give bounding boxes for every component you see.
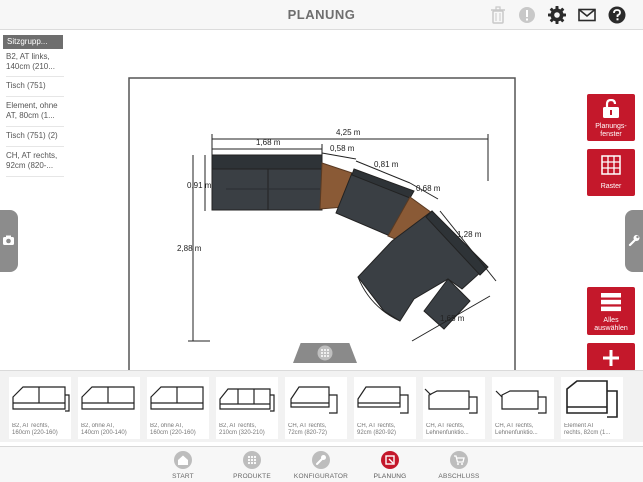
camera-icon <box>3 235 14 245</box>
product-tile[interactable]: CH, AT rechts, Lehnenfunktio... <box>423 377 485 439</box>
room-outline <box>128 77 516 371</box>
product-tile[interactable]: B2, AT rechts, 210cm (320-210) <box>216 377 278 439</box>
dim-label-middle: 0,81 m <box>374 160 399 169</box>
product-tile[interactable]: CH, AT rechts, 92cm (820-92) <box>354 377 416 439</box>
list-divider <box>6 126 64 127</box>
dim-label-table-1: 0,58 m <box>330 144 355 153</box>
sofa-thumbnail-icon <box>81 386 135 410</box>
product-tile[interactable]: CH, AT rechts, Lehnenfunktio... <box>492 377 554 439</box>
strip-drag-handle[interactable] <box>293 343 357 363</box>
chair-thumbnail-icon <box>290 386 338 414</box>
list-item[interactable]: Tisch (751) (2) <box>6 131 64 141</box>
grid-icon <box>601 155 621 175</box>
mail-icon[interactable] <box>577 5 597 25</box>
product-tile[interactable]: CH, AT rechts, 72cm (820-72) <box>285 377 347 439</box>
list-divider <box>6 76 64 77</box>
product-tile[interactable]: B2, ohne AT, 140cm (200-140) <box>78 377 140 439</box>
header-bar: PLANUNG <box>0 0 643 30</box>
list-item[interactable]: B2, AT links, 140cm (210... <box>6 52 64 72</box>
recliner-thumbnail-icon <box>495 390 547 414</box>
select-all-button[interactable]: Alles auswählen <box>587 287 635 335</box>
list-divider <box>6 146 64 147</box>
sofa-left-section[interactable] <box>211 154 323 211</box>
gear-icon[interactable] <box>547 5 567 25</box>
dim-label-total-width: 4,25 m <box>336 128 361 137</box>
tab-planning[interactable]: PLANUNG <box>355 451 425 481</box>
trash-icon[interactable] <box>488 5 508 25</box>
bottom-tab-bar: START PRODUKTE KONFIGURATOR PLANUNG ABSC… <box>0 446 643 482</box>
help-icon[interactable] <box>607 5 627 25</box>
list-item[interactable]: Element, ohne AT, 80cm (1... <box>6 101 64 121</box>
tab-checkout[interactable]: ABSCHLUSS <box>424 451 494 481</box>
app-window: PLANUNG 4,25 m 1,68 m 0,58 m 0,81 m 0,68… <box>0 0 643 482</box>
products-icon <box>243 451 261 469</box>
list-item[interactable]: Tisch (751) <box>6 81 64 91</box>
dim-label-chaise-length: 1,65 m <box>440 314 465 323</box>
list-item[interactable]: CH, AT rechts, 92cm (820-... <box>6 151 64 171</box>
product-tile[interactable]: Element AT rechts, 82cm (1... <box>561 377 623 439</box>
dim-label-left-width: 1,68 m <box>256 138 281 147</box>
dim-label-table-2: 0,68 m <box>416 184 441 193</box>
tab-start[interactable]: START <box>148 451 218 481</box>
planning-window-button[interactable]: Planungs- fenster <box>587 94 635 141</box>
planning-icon <box>381 451 399 469</box>
dim-label-chaise-side: 1,28 m <box>457 230 482 239</box>
tab-products[interactable]: PRODUKTE <box>217 451 287 481</box>
element-thumbnail-icon <box>566 380 618 418</box>
list-divider <box>6 176 64 177</box>
recliner-thumbnail-icon <box>424 388 478 414</box>
grid-dots-icon <box>317 345 333 361</box>
plus-icon <box>603 350 619 366</box>
camera-side-tab[interactable] <box>0 210 18 272</box>
home-icon <box>174 451 192 469</box>
sofa-thumbnail-icon <box>12 386 70 412</box>
dim-label-total-depth: 2,88 m <box>177 244 202 253</box>
tab-configurator[interactable]: KONFIGURATOR <box>286 451 356 481</box>
group-header[interactable]: Sitzgrupp... <box>3 35 63 49</box>
list-icon <box>601 293 621 312</box>
product-tile[interactable]: B2, ohne AT, 160cm (220-160) <box>147 377 209 439</box>
sofa-thumbnail-icon <box>219 388 275 412</box>
sofa-thumbnail-icon <box>150 386 204 410</box>
info-icon[interactable] <box>517 5 537 25</box>
unlock-icon <box>603 99 619 118</box>
plan-canvas[interactable]: 4,25 m 1,68 m 0,58 m 0,81 m 0,68 m 0,91 … <box>0 31 643 371</box>
tools-side-tab[interactable] <box>625 210 643 272</box>
add-button[interactable] <box>587 343 635 371</box>
wrench-icon <box>628 235 640 247</box>
wrench-icon <box>312 451 330 469</box>
element-list: Sitzgrupp... B2, AT links, 140cm (210... … <box>0 31 66 371</box>
cart-icon <box>450 451 468 469</box>
list-divider <box>6 96 64 97</box>
grid-button[interactable]: Raster <box>587 149 635 196</box>
product-strip: B2, AT rechts, 160cm (220-160) B2, ohne A… <box>0 370 643 442</box>
product-tile[interactable]: B2, AT rechts, 160cm (220-160) <box>9 377 71 439</box>
chair-thumbnail-icon <box>357 386 409 414</box>
dim-label-depth: 0,91 m <box>187 181 212 190</box>
